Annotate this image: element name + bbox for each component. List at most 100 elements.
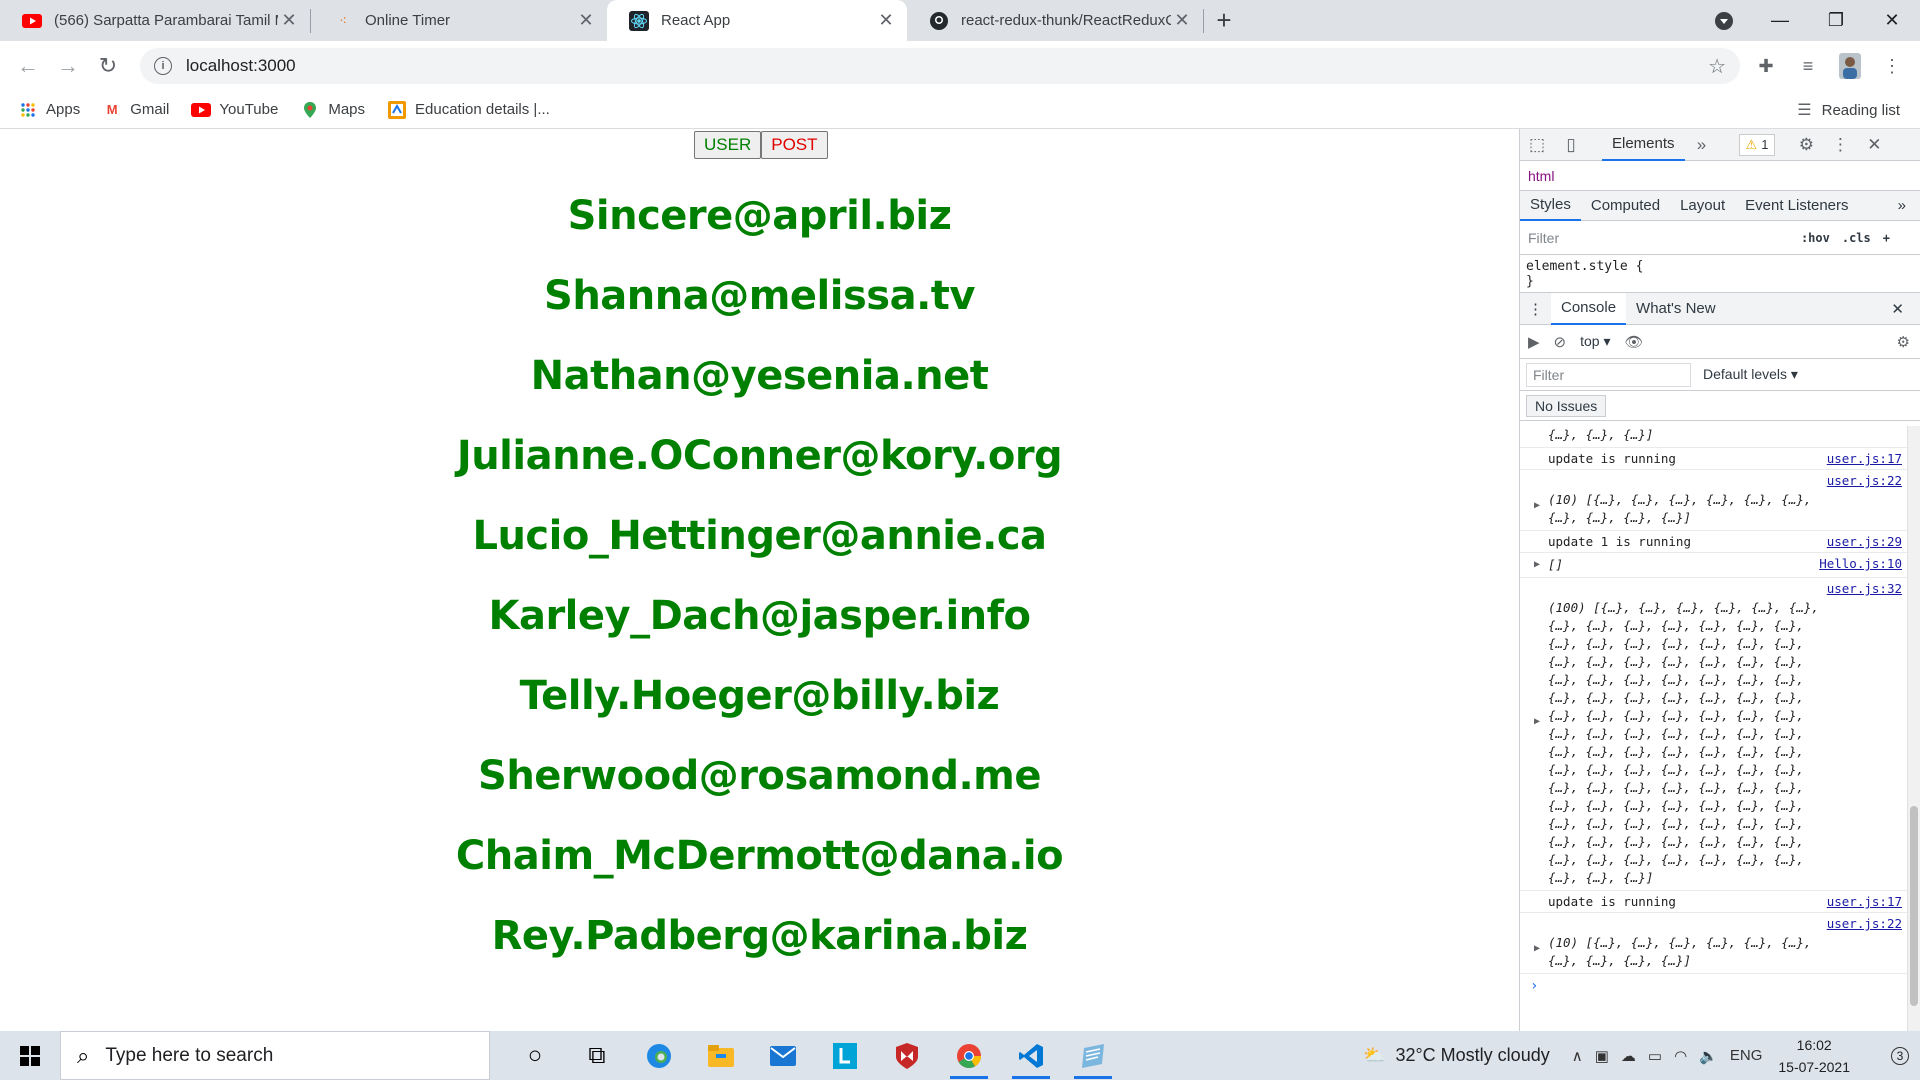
no-issues-button[interactable]: No Issues	[1526, 394, 1607, 417]
tab-event-listeners[interactable]: Event Listeners	[1735, 191, 1858, 221]
close-icon[interactable]: ✕	[1171, 10, 1193, 31]
log-object[interactable]: (100) [{…}, {…}, {…}, {…}, {…}, {…}, {…}…	[1548, 599, 1902, 887]
bookmark-youtube[interactable]: YouTube	[191, 101, 278, 119]
user-button[interactable]: USER	[694, 131, 762, 159]
log-levels-dropdown[interactable]: Default levels ▾	[1703, 366, 1798, 383]
browser-tab-youtube[interactable]: (566) Sarpatta Parambarai Tamil M ✕	[0, 0, 310, 41]
site-info-icon[interactable]: i	[154, 57, 172, 75]
settings-gear-icon[interactable]: ⚙	[1789, 135, 1823, 155]
bookmark-star-icon[interactable]: ☆	[1708, 54, 1726, 79]
cls-toggle[interactable]: .cls	[1842, 231, 1871, 245]
source-link[interactable]: user.js:32	[1827, 581, 1902, 596]
tab-whats-new[interactable]: What's New	[1626, 293, 1726, 325]
source-link[interactable]: user.js:22	[1827, 916, 1902, 931]
close-icon[interactable]: ✕	[575, 10, 597, 31]
profile-avatar[interactable]	[1832, 48, 1868, 84]
new-tab-button[interactable]: +	[1204, 0, 1244, 41]
console-settings-gear-icon[interactable]: ⚙	[1897, 333, 1910, 351]
tray-app-icon[interactable]: ▣	[1595, 1047, 1609, 1065]
close-icon[interactable]: ✕	[875, 10, 897, 31]
close-icon[interactable]: ✕	[278, 10, 300, 31]
bookmark-education[interactable]: Education details |...	[387, 100, 550, 119]
media-queue-icon[interactable]: ≡	[1790, 48, 1826, 84]
more-tabs-icon[interactable]: »	[1888, 191, 1916, 221]
cortana-circle-icon[interactable]: ○	[504, 1031, 566, 1080]
tab-search-icon[interactable]	[1696, 0, 1752, 41]
windows-start-icon[interactable]	[0, 1031, 60, 1080]
source-link[interactable]: Hello.js:10	[1819, 556, 1902, 571]
browser-tab-react-app[interactable]: React App ✕	[607, 0, 907, 41]
weather-widget[interactable]: ⛅ 32°C Mostly cloudy	[1363, 1045, 1550, 1066]
scrollbar-thumb[interactable]	[1910, 806, 1918, 1006]
post-button[interactable]: POST	[761, 131, 828, 159]
source-link[interactable]: user.js:17	[1827, 451, 1902, 466]
bookmark-gmail[interactable]: M Gmail	[102, 101, 170, 119]
more-tabs-icon[interactable]: »	[1685, 135, 1719, 155]
tab-layout[interactable]: Layout	[1670, 191, 1735, 221]
forward-arrow-icon[interactable]: →	[50, 48, 86, 84]
file-explorer-icon[interactable]	[690, 1031, 752, 1080]
expand-triangle-icon[interactable]: ▶	[1534, 500, 1540, 511]
drawer-close-icon[interactable]: ✕	[1881, 293, 1914, 325]
hov-toggle[interactable]: :hov	[1801, 231, 1830, 245]
console-prompt-caret[interactable]: ›	[1520, 974, 1908, 998]
tab-elements[interactable]: Elements	[1602, 129, 1685, 161]
browser-tab-online-timer[interactable]: ⁖ Online Timer ✕	[311, 0, 607, 41]
console-filter-input[interactable]: Filter	[1526, 362, 1691, 387]
reading-list-button[interactable]: ☰ Reading list	[1797, 91, 1900, 129]
device-toolbar-icon[interactable]: ▯	[1554, 135, 1588, 155]
inspect-element-icon[interactable]: ⬚	[1520, 135, 1554, 155]
sidebar-toggle-icon[interactable]: ▶	[1528, 333, 1540, 351]
mail-icon[interactable]	[752, 1031, 814, 1080]
clock[interactable]: 16:02 15-07-2021	[1778, 1034, 1850, 1078]
notepad-icon[interactable]	[1062, 1031, 1124, 1080]
chrome-icon[interactable]	[938, 1031, 1000, 1080]
warning-badge[interactable]: ⚠ 1	[1738, 133, 1776, 156]
browser-tab-github[interactable]: react-redux-thunk/ReactReduxCo ✕	[907, 0, 1203, 41]
wifi-icon[interactable]: ◠	[1674, 1047, 1687, 1065]
language-indicator[interactable]: ENG	[1730, 1047, 1763, 1065]
expand-triangle-icon[interactable]: ▶	[1534, 943, 1540, 954]
battery-icon[interactable]: ▭	[1648, 1047, 1662, 1065]
drawer-menu-icon[interactable]: ⋮	[1520, 293, 1551, 325]
devtools-menu-icon[interactable]: ⋮	[1823, 135, 1857, 155]
source-link[interactable]: user.js:22	[1827, 473, 1902, 488]
new-rule-icon[interactable]: +	[1883, 231, 1890, 245]
tab-console[interactable]: Console	[1551, 292, 1627, 325]
devtools-close-icon[interactable]: ✕	[1857, 135, 1891, 155]
l-app-icon[interactable]	[814, 1031, 876, 1080]
window-close-icon[interactable]: ✕	[1864, 0, 1920, 41]
maximize-icon[interactable]: ❐	[1808, 0, 1864, 41]
bookmark-apps[interactable]: Apps	[18, 101, 80, 119]
log-object[interactable]: (10) [{…}, {…}, {…}, {…}, {…}, {…}, {…},…	[1548, 491, 1902, 527]
tab-computed[interactable]: Computed	[1581, 191, 1670, 221]
extensions-puzzle-icon[interactable]: ✚	[1748, 48, 1784, 84]
bookmark-maps[interactable]: Maps	[300, 101, 365, 119]
context-selector[interactable]: top ▾	[1580, 333, 1610, 350]
styles-filter[interactable]: Filter :hov .cls +	[1520, 221, 1920, 255]
chevron-up-icon[interactable]: ∧	[1572, 1047, 1583, 1065]
onedrive-icon[interactable]: ☁	[1621, 1047, 1636, 1065]
expand-triangle-icon[interactable]: ▶	[1534, 559, 1540, 570]
taskbar-search-box[interactable]: ⌕ Type here to search	[60, 1031, 490, 1080]
log-object[interactable]: (10) [{…}, {…}, {…}, {…}, {…}, {…}, {…},…	[1548, 934, 1902, 970]
tab-styles[interactable]: Styles	[1520, 191, 1581, 221]
minimize-icon[interactable]: —	[1752, 0, 1808, 41]
vscode-icon[interactable]	[1000, 1031, 1062, 1080]
address-bar[interactable]: i localhost:3000 ☆	[140, 48, 1740, 84]
reload-icon[interactable]: ↻	[90, 48, 126, 84]
source-link[interactable]: user.js:29	[1827, 534, 1902, 549]
mcafee-shield-icon[interactable]	[876, 1031, 938, 1080]
menu-kebab-icon[interactable]: ⋮	[1874, 48, 1910, 84]
task-view-icon[interactable]: ⧉	[566, 1031, 628, 1080]
styles-filter-input[interactable]: Filter	[1528, 230, 1559, 246]
expand-triangle-icon[interactable]: ▶	[1534, 716, 1540, 727]
live-expression-eye-icon[interactable]: 👁	[1625, 333, 1644, 351]
notification-center-icon[interactable]: 3	[1880, 1046, 1920, 1065]
source-link[interactable]: user.js:17	[1827, 894, 1902, 909]
console-scrollbar[interactable]	[1907, 426, 1920, 1031]
volume-icon[interactable]: 🔈	[1699, 1047, 1718, 1065]
breadcrumb-html[interactable]: html	[1528, 168, 1554, 184]
clear-console-icon[interactable]: ⊘	[1554, 333, 1567, 351]
back-arrow-icon[interactable]: ←	[10, 48, 46, 84]
